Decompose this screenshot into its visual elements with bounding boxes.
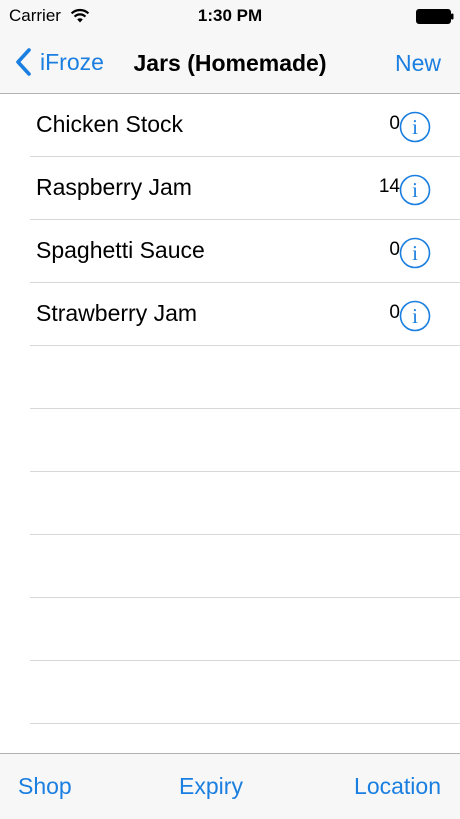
empty-row	[0, 598, 460, 661]
list-item-chicken-stock[interactable]: Chicken Stock 0 i	[0, 94, 460, 157]
bottom-toolbar: Shop Expiry Location	[0, 753, 460, 819]
item-count: 14	[378, 176, 400, 197]
status-time: 1:30 PM	[197, 6, 263, 25]
item-title: Strawberry Jam	[36, 300, 198, 326]
empty-row	[0, 472, 460, 535]
info-icon[interactable]: i	[399, 111, 431, 143]
status-bar: Carrier 1:30 PM	[0, 0, 460, 32]
navigation-bar: iFroze Jars (Homemade) New	[0, 32, 460, 94]
new-button[interactable]: New	[395, 49, 441, 77]
jar-list: Chicken Stock 0 i Raspberry Jam 14 i Spa…	[0, 94, 460, 724]
empty-row	[0, 409, 460, 472]
empty-row	[0, 346, 460, 409]
list-item-spaghetti-sauce[interactable]: Spaghetti Sauce 0 i	[0, 220, 460, 283]
item-title: Spaghetti Sauce	[36, 237, 205, 263]
svg-text:i: i	[412, 241, 418, 265]
location-button[interactable]: Location	[354, 772, 441, 800]
svg-text:i: i	[412, 115, 418, 139]
empty-row	[0, 535, 460, 598]
battery-icon	[416, 9, 454, 24]
empty-row	[0, 661, 460, 724]
list-item-strawberry-jam[interactable]: Strawberry Jam 0 i	[0, 283, 460, 346]
info-icon[interactable]: i	[399, 300, 431, 332]
svg-text:i: i	[412, 178, 418, 202]
item-title: Raspberry Jam	[36, 174, 192, 200]
svg-text:i: i	[412, 304, 418, 328]
page-title: Jars (Homemade)	[133, 50, 327, 76]
item-title: Chicken Stock	[36, 111, 184, 137]
info-icon[interactable]: i	[399, 174, 431, 206]
info-icon[interactable]: i	[399, 237, 431, 269]
list-item-raspberry-jam[interactable]: Raspberry Jam 14 i	[0, 157, 460, 220]
